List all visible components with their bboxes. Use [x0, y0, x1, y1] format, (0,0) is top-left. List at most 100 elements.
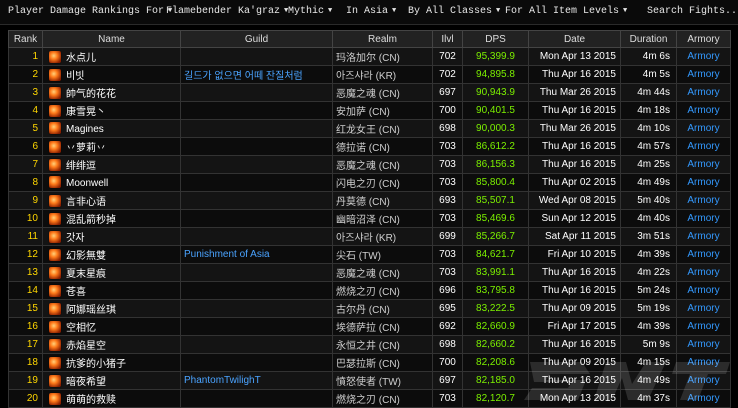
guild-cell[interactable] [181, 300, 333, 318]
date-cell: Thu Apr 16 2015 [529, 102, 621, 120]
player-name-cell[interactable]: 苍喜 [43, 282, 181, 300]
guild-cell[interactable] [181, 192, 333, 210]
player-name-cell[interactable]: 水点儿 [43, 48, 181, 66]
dps-cell: 86,156.3 [463, 156, 529, 174]
armory-link[interactable]: Armory [677, 174, 731, 192]
filter-itemlevel[interactable]: For All Item Levels▼ [505, 6, 627, 17]
player-name-cell[interactable]: 비빗 [43, 66, 181, 84]
rank-cell: 7 [9, 156, 43, 174]
armory-link[interactable]: Armory [677, 372, 731, 390]
filter-difficulty[interactable]: Mythic▼ [288, 6, 332, 17]
guild-cell[interactable] [181, 264, 333, 282]
player-name-cell[interactable]: 康雪晃丶 [43, 102, 181, 120]
rank-cell: 12 [9, 246, 43, 264]
col-name-header[interactable]: Name [43, 31, 181, 48]
date-cell: Thu Apr 16 2015 [529, 264, 621, 282]
rank-cell: 11 [9, 228, 43, 246]
date-cell: Thu Mar 26 2015 [529, 84, 621, 102]
guild-cell[interactable] [181, 102, 333, 120]
player-name-cell[interactable]: 言非心语 [43, 192, 181, 210]
filter-boss[interactable]: Flamebender Ka'graz▼ [166, 6, 288, 17]
armory-link[interactable]: Armory [677, 210, 731, 228]
realm-cell: 巴瑟拉斯 (CN) [333, 354, 433, 372]
guild-cell[interactable] [181, 84, 333, 102]
armory-link[interactable]: Armory [677, 318, 731, 336]
armory-link[interactable]: Armory [677, 336, 731, 354]
filter-region[interactable]: In Asia▼ [346, 6, 396, 17]
player-name-cell[interactable]: 夏末星痕 [43, 264, 181, 282]
date-cell: Thu Apr 09 2015 [529, 354, 621, 372]
duration-cell: 4m 39s [621, 318, 677, 336]
realm-cell: 幽暗沼泽 (CN) [333, 210, 433, 228]
player-name-cell[interactable]: 绯绯逗 [43, 156, 181, 174]
player-name-cell[interactable]: 帥气的花花 [43, 84, 181, 102]
armory-link[interactable]: Armory [677, 156, 731, 174]
rank-cell: 10 [9, 210, 43, 228]
col-rank-header[interactable]: Rank [9, 31, 43, 48]
armory-link[interactable]: Armory [677, 264, 731, 282]
player-name-cell[interactable]: 混乱箭秒掉 [43, 210, 181, 228]
player-name-cell[interactable]: 空相忆 [43, 318, 181, 336]
player-name-cell[interactable]: 丷萝莉丷 [43, 138, 181, 156]
col-realm-header[interactable]: Realm [333, 31, 433, 48]
armory-link[interactable]: Armory [677, 120, 731, 138]
player-name-cell[interactable]: 赤焰星空 [43, 336, 181, 354]
table-row: 1水点儿玛洛加尔 (CN)70295,399.9Mon Apr 13 20154… [9, 48, 731, 66]
class-spec-icon [49, 176, 61, 188]
guild-cell[interactable] [181, 282, 333, 300]
col-ilvl-header[interactable]: Ilvl [433, 31, 463, 48]
armory-link[interactable]: Armory [677, 246, 731, 264]
col-date-header[interactable]: Date [529, 31, 621, 48]
armory-link[interactable]: Armory [677, 282, 731, 300]
guild-cell[interactable] [181, 48, 333, 66]
col-dps-header[interactable]: DPS [463, 31, 529, 48]
table-row: 12幻影無雙Punishment of Asia尖石 (TW)70384,621… [9, 246, 731, 264]
guild-cell[interactable] [181, 354, 333, 372]
player-name-cell[interactable]: Moonwell [43, 174, 181, 192]
player-name-cell[interactable]: 幻影無雙 [43, 246, 181, 264]
armory-link[interactable]: Armory [677, 48, 731, 66]
armory-link[interactable]: Armory [677, 390, 731, 408]
col-duration-header[interactable]: Duration [621, 31, 677, 48]
player-name-cell[interactable]: 阿娜瑶丝琪 [43, 300, 181, 318]
realm-cell: 燃烧之刃 (CN) [333, 282, 433, 300]
search-fights-input[interactable]: Search Fights... [647, 6, 738, 17]
table-row: 3帥气的花花恶魔之魂 (CN)69790,943.9Thu Mar 26 201… [9, 84, 731, 102]
armory-link[interactable]: Armory [677, 102, 731, 120]
player-name-cell[interactable]: 갓자 [43, 228, 181, 246]
duration-cell: 4m 37s [621, 390, 677, 408]
armory-link[interactable]: Armory [677, 354, 731, 372]
table-row: 5Magines红龙女王 (CN)69890,000.3Thu Mar 26 2… [9, 120, 731, 138]
guild-cell[interactable] [181, 156, 333, 174]
player-name-cell[interactable]: 萌萌的救赎 [43, 390, 181, 408]
rank-cell: 19 [9, 372, 43, 390]
player-name-cell[interactable]: 抗爹的小猪子 [43, 354, 181, 372]
armory-link[interactable]: Armory [677, 66, 731, 84]
guild-cell[interactable] [181, 138, 333, 156]
guild-cell[interactable] [181, 390, 333, 408]
guild-cell[interactable] [181, 120, 333, 138]
date-cell: Thu Apr 16 2015 [529, 336, 621, 354]
guild-cell[interactable]: 길드가 없으면 어떼 잔질처럼 [181, 66, 333, 84]
guild-cell[interactable] [181, 336, 333, 354]
player-name-cell[interactable]: 暗夜希望 [43, 372, 181, 390]
filter-bar: Player Damage Rankings For▼ Flamebender … [0, 0, 738, 25]
filter-classes[interactable]: By All Classes▼ [408, 6, 500, 17]
col-guild-header[interactable]: Guild [181, 31, 333, 48]
item-level-cell: 703 [433, 390, 463, 408]
guild-cell[interactable] [181, 318, 333, 336]
armory-link[interactable]: Armory [677, 84, 731, 102]
armory-link[interactable]: Armory [677, 138, 731, 156]
armory-link[interactable]: Armory [677, 300, 731, 318]
armory-link[interactable]: Armory [677, 228, 731, 246]
guild-cell[interactable] [181, 174, 333, 192]
filter-title[interactable]: Player Damage Rankings For▼ [8, 6, 172, 17]
guild-cell[interactable] [181, 210, 333, 228]
guild-cell[interactable] [181, 228, 333, 246]
realm-cell: 红龙女王 (CN) [333, 120, 433, 138]
table-row: 17赤焰星空永恒之井 (CN)69882,660.2Thu Apr 16 201… [9, 336, 731, 354]
armory-link[interactable]: Armory [677, 192, 731, 210]
guild-cell[interactable]: PhantomTwilighT [181, 372, 333, 390]
guild-cell[interactable]: Punishment of Asia [181, 246, 333, 264]
player-name-cell[interactable]: Magines [43, 120, 181, 138]
